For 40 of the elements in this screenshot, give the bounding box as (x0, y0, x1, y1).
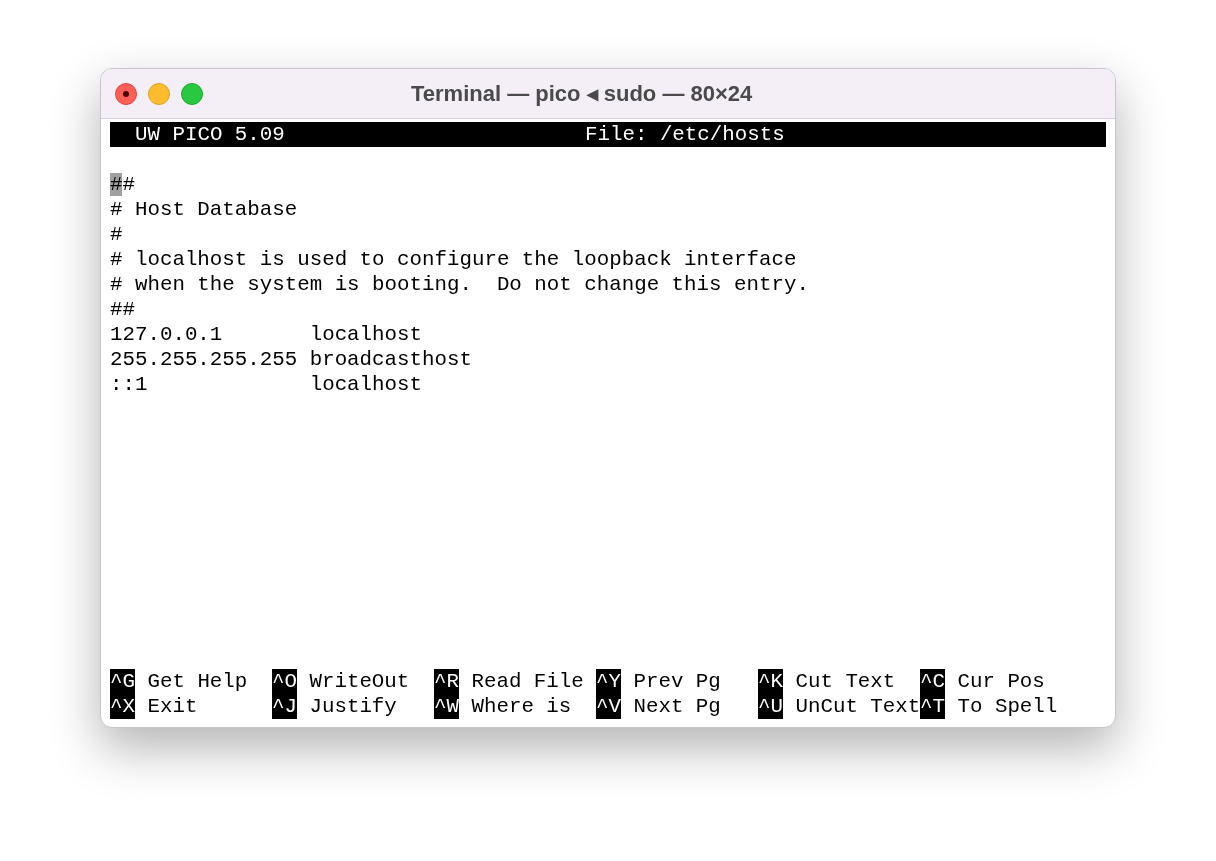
file-line: ## (110, 172, 136, 197)
shortcut-label: Where is (471, 694, 572, 719)
file-line: # localhost is used to configure the loopback interface (110, 247, 798, 272)
file-line: ## (110, 297, 136, 322)
shortcut-label: Justify (309, 694, 397, 719)
shortcut-key: ^O (272, 669, 297, 694)
close-button[interactable] (115, 82, 137, 105)
minimize-button[interactable] (148, 82, 170, 105)
file-name: File: /etc/hosts (585, 122, 785, 147)
app-version: UW PICO 5.09 (135, 122, 286, 147)
shortcut-key: ^T (920, 694, 945, 719)
shortcut-key: ^C (920, 669, 945, 694)
shortcut-label: Get Help (147, 669, 248, 694)
shortcut-label: UnCut Text (795, 694, 921, 719)
file-line: 127.0.0.1 localhost (110, 322, 423, 347)
shortcut-label: To Spell (957, 694, 1058, 719)
shortcut-key: ^J (272, 694, 297, 719)
shortcut-key: ^X (110, 694, 135, 719)
shortcut-label: Prev Pg (633, 669, 721, 694)
file-line: # Host Database (110, 197, 299, 222)
file-line: # when the system is booting. Do not change this entry. (110, 272, 810, 297)
shortcut-label: Next Pg (633, 694, 721, 719)
shortcut-label: Read File (471, 669, 584, 694)
shortcut-label: Exit (147, 694, 198, 719)
file-line: ::1 localhost (110, 372, 423, 397)
shortcut-key: ^W (434, 694, 459, 719)
shortcut-key: ^G (110, 669, 135, 694)
text-cursor: # (110, 173, 123, 196)
shortcut-key: ^V (596, 694, 621, 719)
shortcut-key: ^R (434, 669, 459, 694)
shortcut-label: Cur Pos (957, 669, 1045, 694)
window-title: Terminal — pico ◂ sudo — 80×24 (411, 80, 753, 108)
file-line: 255.255.255.255 broadcasthost (110, 347, 473, 372)
file-line: # (110, 222, 124, 247)
shortcut-label: Cut Text (795, 669, 896, 694)
shortcut-label: WriteOut (309, 669, 410, 694)
shortcut-key: ^K (758, 669, 783, 694)
shortcut-key: ^Y (596, 669, 621, 694)
zoom-button[interactable] (181, 82, 203, 105)
shortcut-key: ^U (758, 694, 783, 719)
